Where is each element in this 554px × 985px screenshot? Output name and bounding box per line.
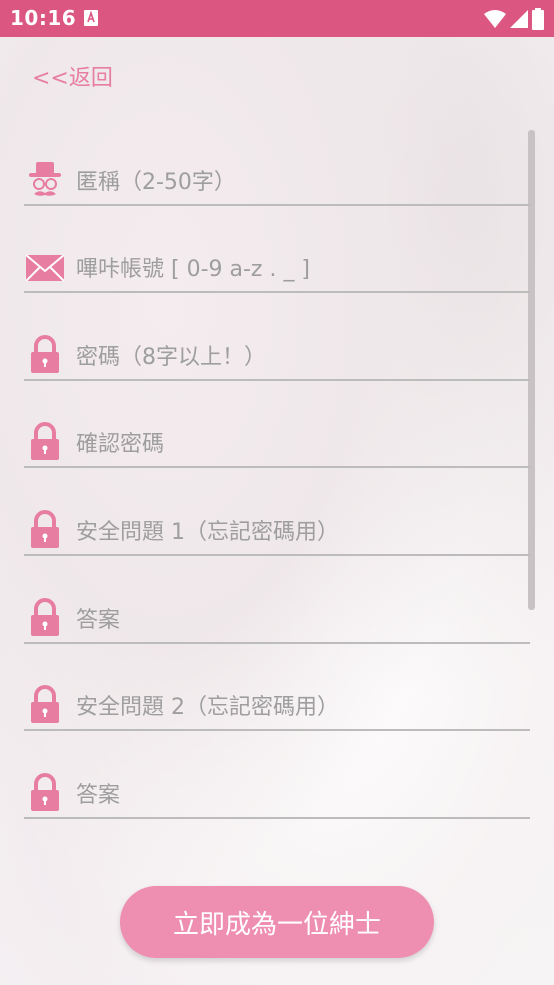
envelope-icon — [26, 254, 64, 282]
security-question-2-placeholder: 安全問題 2（忘記密碼用） — [76, 695, 339, 720]
battery-icon — [532, 8, 544, 30]
gentleman-hat-icon — [29, 162, 61, 196]
answer-1-field[interactable]: 答案 — [24, 588, 530, 644]
signal-icon — [510, 10, 528, 28]
nickname-placeholder: 匿稱（2-50字） — [76, 170, 236, 195]
register-submit-button[interactable]: 立即成為一位紳士 — [120, 886, 434, 958]
account-field[interactable]: 嗶咔帳號 [ 0-9 a-z . _ ] — [24, 237, 530, 293]
back-button[interactable]: <<返回 — [32, 60, 113, 92]
status-icons — [484, 8, 544, 30]
field-underline — [24, 204, 530, 206]
confirm-password-placeholder: 確認密碼 — [76, 432, 165, 457]
lock-icon — [31, 510, 59, 548]
answer-1-placeholder: 答案 — [76, 608, 121, 633]
field-underline — [24, 554, 530, 556]
lock-icon — [31, 422, 59, 460]
field-underline — [24, 642, 530, 644]
field-underline — [24, 291, 530, 293]
answer-2-placeholder: 答案 — [76, 783, 121, 808]
security-question-1-placeholder: 安全問題 1（忘記密碼用） — [76, 520, 339, 545]
field-underline — [24, 817, 530, 819]
a-notification-icon — [84, 10, 98, 26]
lock-icon — [31, 335, 59, 373]
security-question-2-field[interactable]: 安全問題 2（忘記密碼用） — [24, 675, 530, 731]
field-underline — [24, 466, 530, 468]
lock-icon — [31, 598, 59, 636]
account-placeholder: 嗶咔帳號 [ 0-9 a-z . _ ] — [76, 257, 311, 282]
wifi-icon — [484, 10, 506, 28]
password-field[interactable]: 密碼（8字以上！） — [24, 325, 530, 381]
lock-icon — [31, 685, 59, 723]
lock-icon — [31, 773, 59, 811]
field-underline — [24, 729, 530, 731]
status-time: 10:16 — [10, 6, 77, 30]
nickname-field[interactable]: 匿稱（2-50字） — [24, 150, 530, 206]
answer-2-field[interactable]: 答案 — [24, 763, 530, 819]
security-question-1-field[interactable]: 安全問題 1（忘記密碼用） — [24, 500, 530, 556]
status-bar: 10:16 — [0, 0, 554, 37]
password-placeholder: 密碼（8字以上！） — [76, 345, 266, 370]
field-underline — [24, 379, 530, 381]
register-screen: 10:16 <<返回 匿稱（2-50字） 嗶咔帳號 [0-9 a-z . _ … — [0, 0, 554, 985]
confirm-password-field[interactable]: 確認密碼 — [24, 412, 530, 468]
